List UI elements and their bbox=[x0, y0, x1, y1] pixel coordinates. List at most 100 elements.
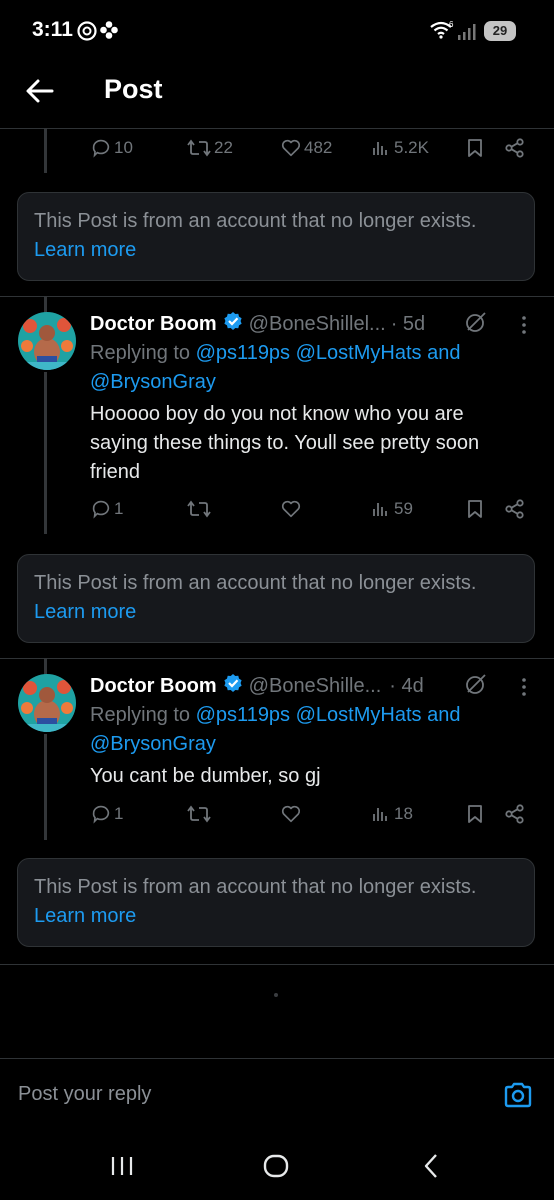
repost-button[interactable] bbox=[186, 803, 212, 825]
reply-button[interactable]: 1 bbox=[90, 498, 123, 520]
mention-link[interactable]: @ps119ps bbox=[196, 342, 290, 364]
post-text-line: friend bbox=[90, 461, 141, 483]
home-icon[interactable] bbox=[263, 1154, 289, 1183]
replying-to: Replying to @ps119ps @LostMyHats and @Br… bbox=[90, 339, 510, 397]
back-arrow-icon[interactable] bbox=[24, 76, 56, 111]
repost-count: 22 bbox=[214, 138, 233, 157]
post-time: · 4d bbox=[389, 674, 424, 697]
unavailable-post-notice: This Post is from an account that no lon… bbox=[17, 554, 535, 643]
top-app-bar: Post bbox=[0, 62, 554, 122]
like-button[interactable] bbox=[280, 498, 302, 520]
display-name[interactable]: Doctor Boom bbox=[90, 313, 217, 336]
grok-icon[interactable] bbox=[464, 672, 488, 701]
reply-button[interactable]: 1 bbox=[90, 803, 123, 825]
display-name[interactable]: Doctor Boom bbox=[90, 675, 217, 698]
reply-count: 1 bbox=[114, 499, 124, 518]
verified-badge-icon bbox=[223, 311, 243, 337]
bookmark-button[interactable] bbox=[464, 803, 486, 825]
reply-composer: Post your reply bbox=[0, 1058, 554, 1129]
mention-link[interactable]: @LostMyHats bbox=[296, 704, 422, 726]
reply-icon bbox=[92, 139, 110, 158]
mention-link[interactable]: @BrysonGray bbox=[90, 371, 216, 393]
bookmark-icon bbox=[468, 805, 482, 823]
like-button[interactable]: 482 bbox=[280, 137, 332, 159]
recent-apps-icon[interactable] bbox=[110, 1155, 134, 1182]
repost-icon bbox=[187, 139, 211, 157]
post[interactable]: Doctor Boom @BoneShillel... · 5d Replyin… bbox=[0, 296, 554, 542]
mention-link[interactable]: @LostMyHats bbox=[296, 342, 422, 364]
share-icon bbox=[505, 499, 524, 519]
post-time: · 5d bbox=[390, 312, 426, 335]
replying-prefix: Replying to bbox=[90, 342, 191, 364]
divider bbox=[0, 128, 554, 129]
bookmark-button[interactable] bbox=[464, 498, 486, 520]
camera-icon[interactable] bbox=[503, 1081, 533, 1114]
post-actions: 1 18 bbox=[90, 803, 530, 829]
views-button[interactable]: 5.2K bbox=[370, 137, 429, 159]
post[interactable]: Doctor Boom @BoneShille... · 4d Replying… bbox=[0, 658, 554, 848]
reply-button[interactable]: 10 bbox=[90, 137, 133, 159]
verified-badge-icon bbox=[223, 673, 243, 699]
reply-input[interactable]: Post your reply bbox=[18, 1083, 151, 1106]
threads-icon bbox=[76, 20, 98, 47]
handle[interactable]: @BoneShillel... bbox=[249, 313, 386, 336]
bookmark-icon bbox=[468, 139, 482, 157]
post-header: Doctor Boom @BoneShille... · 4d bbox=[90, 673, 424, 699]
views-count: 5.2K bbox=[394, 138, 429, 157]
like-count: 482 bbox=[304, 138, 333, 157]
views-button[interactable]: 18 bbox=[370, 803, 413, 825]
pinwheel-icon bbox=[99, 20, 119, 45]
like-button[interactable] bbox=[280, 803, 302, 825]
mention-link[interactable]: @BrysonGray bbox=[90, 733, 216, 755]
share-button[interactable] bbox=[504, 803, 526, 825]
learn-more-link[interactable]: Learn more bbox=[34, 905, 136, 927]
views-button[interactable]: 59 bbox=[370, 498, 413, 520]
heart-icon bbox=[281, 139, 301, 157]
loading-dot bbox=[274, 993, 278, 997]
share-button[interactable] bbox=[504, 498, 526, 520]
repost-button[interactable]: 22 bbox=[186, 137, 233, 159]
learn-more-link[interactable]: Learn more bbox=[34, 239, 136, 261]
share-icon bbox=[505, 804, 524, 824]
views-icon bbox=[373, 808, 387, 821]
and-text[interactable]: and bbox=[427, 342, 460, 364]
bookmark-icon bbox=[468, 500, 482, 518]
battery-indicator: 29 bbox=[484, 21, 516, 41]
mention-link[interactable]: @ps119ps bbox=[196, 704, 290, 726]
views-count: 18 bbox=[394, 804, 413, 823]
share-button[interactable] bbox=[504, 137, 526, 159]
more-options-icon[interactable] bbox=[518, 314, 530, 341]
post-text-line: saying these things to. Youll see pretty… bbox=[90, 432, 480, 454]
handle[interactable]: @BoneShille... bbox=[249, 675, 382, 698]
reply-count: 1 bbox=[114, 804, 124, 823]
avatar[interactable] bbox=[18, 312, 76, 370]
heart-icon bbox=[281, 805, 301, 823]
repost-button[interactable] bbox=[186, 498, 212, 520]
post-text: You cant be dumber, so gj bbox=[90, 762, 530, 791]
unavailable-post-notice: This Post is from an account that no lon… bbox=[17, 858, 535, 947]
divider bbox=[0, 964, 554, 965]
notice-text: This Post is from an account that no lon… bbox=[34, 210, 477, 232]
signal-icon bbox=[457, 21, 479, 46]
reply-icon bbox=[92, 500, 110, 519]
replying-to: Replying to @ps119ps @LostMyHats and @Br… bbox=[90, 701, 510, 759]
bookmark-button[interactable] bbox=[464, 137, 486, 159]
and-text[interactable]: and bbox=[427, 704, 460, 726]
grok-icon[interactable] bbox=[464, 310, 488, 339]
post-header: Doctor Boom @BoneShillel... · 5d bbox=[90, 311, 425, 337]
repost-icon bbox=[187, 500, 211, 518]
avatar[interactable] bbox=[18, 674, 76, 732]
svg-text:6: 6 bbox=[449, 20, 454, 29]
repost-icon bbox=[187, 805, 211, 823]
post-text-line: You cant be dumber, so gj bbox=[90, 765, 321, 787]
back-nav-icon[interactable] bbox=[422, 1153, 440, 1184]
thread-line bbox=[44, 128, 47, 173]
views-icon bbox=[373, 142, 387, 155]
replying-prefix: Replying to bbox=[90, 704, 191, 726]
top-post-actions: 10 22 482 5.2K bbox=[90, 137, 530, 163]
more-options-icon[interactable] bbox=[518, 676, 530, 703]
learn-more-link[interactable]: Learn more bbox=[34, 601, 136, 623]
notice-text: This Post is from an account that no lon… bbox=[34, 876, 477, 898]
post-text: Hooooo boy do you not know who you are s… bbox=[90, 400, 530, 487]
unavailable-post-notice: This Post is from an account that no lon… bbox=[17, 192, 535, 281]
